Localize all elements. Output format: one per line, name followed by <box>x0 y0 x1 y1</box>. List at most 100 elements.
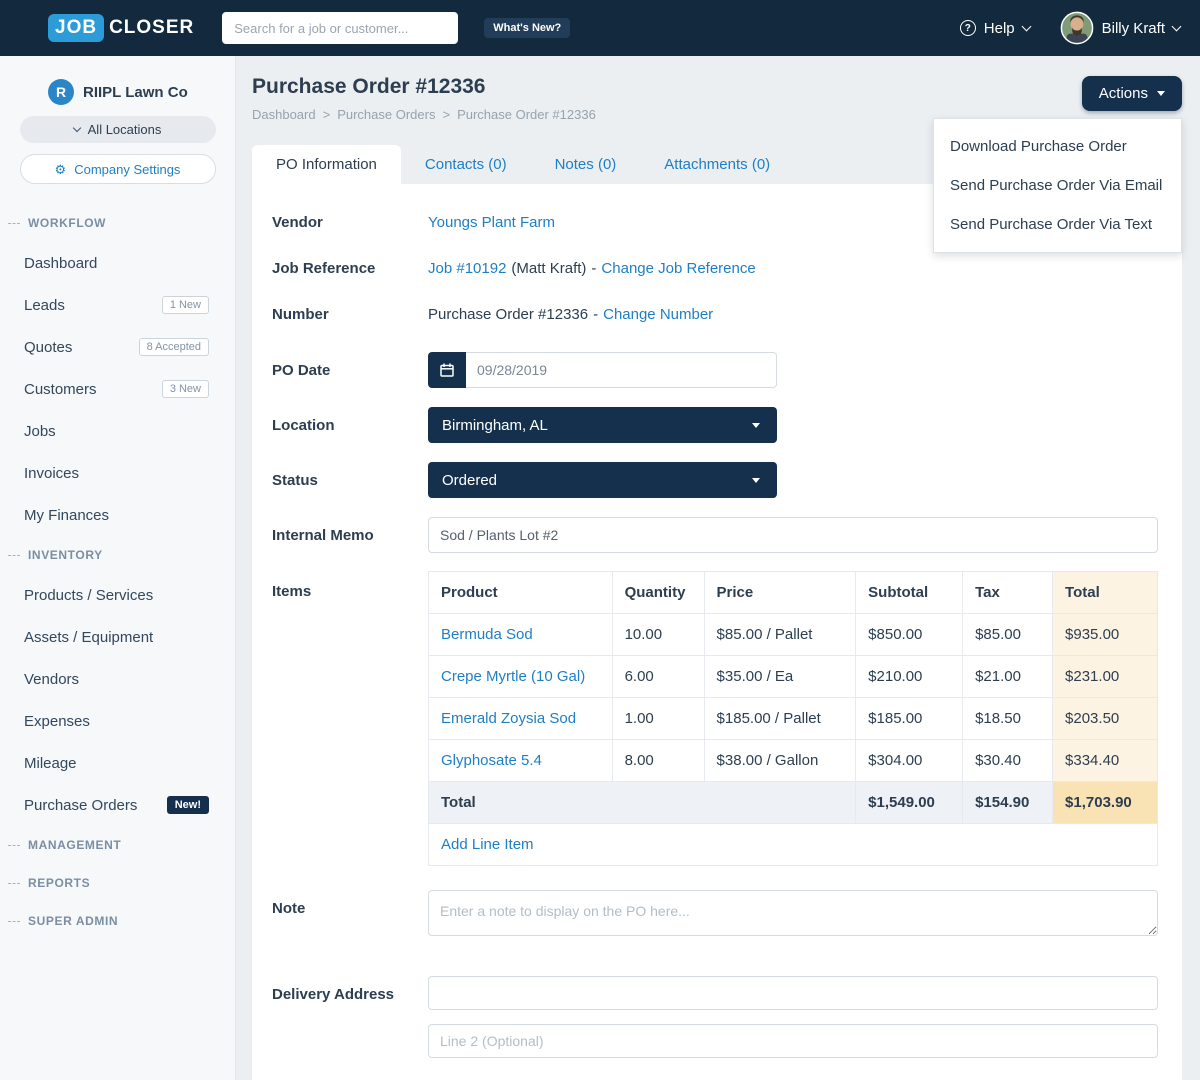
vendor-link[interactable]: Youngs Plant Farm <box>428 214 555 231</box>
breadcrumb-purchase-orders[interactable]: Purchase Orders <box>337 107 435 122</box>
location-value: Birmingham, AL <box>442 417 548 434</box>
breadcrumb-current: Purchase Order #12336 <box>457 107 596 122</box>
section-super-admin[interactable]: SUPER ADMIN <box>0 902 235 940</box>
price-cell: $35.00 / Ea <box>704 656 856 698</box>
menu-item-send-po-text[interactable]: Send Purchase Order Via Text <box>934 205 1181 244</box>
dash-separator: - <box>593 306 598 323</box>
app-logo[interactable]: JOB CLOSER <box>48 14 194 42</box>
tab-notes[interactable]: Notes (0) <box>531 145 641 184</box>
sidebar-item-my-finances[interactable]: My Finances <box>0 494 235 536</box>
menu-item-download-po[interactable]: Download Purchase Order <box>934 127 1181 166</box>
nav-item-label: Invoices <box>24 465 79 482</box>
sidebar-item-customers[interactable]: Customers 3 New <box>0 368 235 410</box>
section-inventory[interactable]: INVENTORY <box>0 536 235 574</box>
sidebar-item-jobs[interactable]: Jobs <box>0 410 235 452</box>
section-workflow[interactable]: WORKFLOW <box>0 204 235 242</box>
section-title: SUPER ADMIN <box>28 914 118 928</box>
po-information-card: Vendor Youngs Plant Farm Job Reference J… <box>252 184 1182 1080</box>
product-link[interactable]: Crepe Myrtle (10 Gal) <box>441 668 585 685</box>
product-link[interactable]: Emerald Zoysia Sod <box>441 710 576 727</box>
add-line-item-link[interactable]: Add Line Item <box>441 836 534 853</box>
sidebar-item-expenses[interactable]: Expenses <box>0 700 235 742</box>
tax-cell: $18.50 <box>963 698 1053 740</box>
section-dash-icon <box>8 223 20 224</box>
section-dash-icon <box>8 555 20 556</box>
sidebar-item-products-services[interactable]: Products / Services <box>0 574 235 616</box>
top-navbar: JOB CLOSER What's New? Help Billy Kraft <box>0 0 1200 56</box>
sidebar-item-assets-equipment[interactable]: Assets / Equipment <box>0 616 235 658</box>
sidebar-item-invoices[interactable]: Invoices <box>0 452 235 494</box>
product-link[interactable]: Glyphosate 5.4 <box>441 752 542 769</box>
help-menu[interactable]: Help <box>960 20 1030 37</box>
section-reports[interactable]: REPORTS <box>0 864 235 902</box>
logo-closer: CLOSER <box>109 17 194 39</box>
section-management[interactable]: MANAGEMENT <box>0 826 235 864</box>
quantity-cell: 8.00 <box>612 740 704 782</box>
location-select[interactable]: Birmingham, AL <box>428 407 777 443</box>
change-number-link[interactable]: Change Number <box>603 306 713 323</box>
nav-item-label: Customers <box>24 381 97 398</box>
table-total-row: Total $1,549.00 $154.90 $1,703.90 <box>429 782 1158 824</box>
note-textarea[interactable] <box>428 890 1158 936</box>
company-settings-label: Company Settings <box>74 162 180 177</box>
chevron-down-icon <box>1021 21 1031 31</box>
company-settings-button[interactable]: Company Settings <box>20 154 216 184</box>
sidebar-item-quotes[interactable]: Quotes 8 Accepted <box>0 326 235 368</box>
sidebar-item-mileage[interactable]: Mileage <box>0 742 235 784</box>
actions-button[interactable]: Actions <box>1082 76 1182 111</box>
status-row: Status Ordered <box>272 462 1158 498</box>
chevron-down-icon <box>1172 21 1182 31</box>
items-row: Items Product Quantity Price Subtotal Ta… <box>272 571 1158 866</box>
table-row: Crepe Myrtle (10 Gal) 6.00 $35.00 / Ea $… <box>429 656 1158 698</box>
status-value: Ordered <box>442 472 497 489</box>
job-owner: (Matt Kraft) <box>511 260 586 277</box>
subtotal-cell: $850.00 <box>856 614 963 656</box>
delivery-address-line2-input[interactable] <box>428 1024 1158 1058</box>
table-row: Emerald Zoysia Sod 1.00 $185.00 / Pallet… <box>429 698 1158 740</box>
all-locations-dropdown[interactable]: All Locations <box>20 116 216 143</box>
sidebar-item-dashboard[interactable]: Dashboard <box>0 242 235 284</box>
job-link[interactable]: Job #10192 <box>428 260 506 277</box>
sidebar: R RIIPL Lawn Co All Locations Company Se… <box>0 56 236 1080</box>
caret-down-icon <box>752 478 760 483</box>
vendor-label: Vendor <box>272 214 428 231</box>
nav-item-label: Vendors <box>24 671 79 688</box>
gear-icon <box>55 163 67 176</box>
page-title: Purchase Order #12336 <box>252 74 1182 100</box>
note-row: Note <box>272 890 1158 936</box>
subtotal-cell: $185.00 <box>856 698 963 740</box>
sidebar-item-purchase-orders[interactable]: Purchase Orders New! <box>0 784 235 826</box>
nav-item-label: Purchase Orders <box>24 797 137 814</box>
company-logo-icon: R <box>48 79 74 105</box>
col-price: Price <box>704 572 856 614</box>
col-product: Product <box>429 572 613 614</box>
sidebar-item-vendors[interactable]: Vendors <box>0 658 235 700</box>
status-select[interactable]: Ordered <box>428 462 777 498</box>
tab-contacts[interactable]: Contacts (0) <box>401 145 531 184</box>
internal-memo-input[interactable] <box>428 517 1158 553</box>
sidebar-item-leads[interactable]: Leads 1 New <box>0 284 235 326</box>
caret-down-icon <box>752 423 760 428</box>
nav-item-label: My Finances <box>24 507 109 524</box>
tab-po-information[interactable]: PO Information <box>252 145 401 184</box>
whats-new-button[interactable]: What's New? <box>484 18 570 38</box>
menu-item-send-po-email[interactable]: Send Purchase Order Via Email <box>934 166 1181 205</box>
change-job-reference-link[interactable]: Change Job Reference <box>601 260 755 277</box>
purchase-orders-badge: New! <box>167 796 209 814</box>
price-cell: $85.00 / Pallet <box>704 614 856 656</box>
user-menu[interactable]: Billy Kraft <box>1060 11 1180 45</box>
table-row: Bermuda Sod 10.00 $85.00 / Pallet $850.0… <box>429 614 1158 656</box>
tab-attachments[interactable]: Attachments (0) <box>640 145 794 184</box>
calendar-button[interactable] <box>428 352 466 388</box>
product-link[interactable]: Bermuda Sod <box>441 626 533 643</box>
nav-item-label: Expenses <box>24 713 90 730</box>
customers-badge: 3 New <box>162 380 209 398</box>
po-date-input[interactable] <box>466 352 777 388</box>
search-input[interactable] <box>222 12 458 44</box>
total-cell: $334.40 <box>1053 740 1158 782</box>
nav-item-label: Leads <box>24 297 65 314</box>
breadcrumb-dashboard[interactable]: Dashboard <box>252 107 316 122</box>
company-switcher[interactable]: R RIIPL Lawn Co <box>0 78 235 106</box>
delivery-address-line1-input[interactable] <box>428 976 1158 1010</box>
nav-item-label: Jobs <box>24 423 56 440</box>
